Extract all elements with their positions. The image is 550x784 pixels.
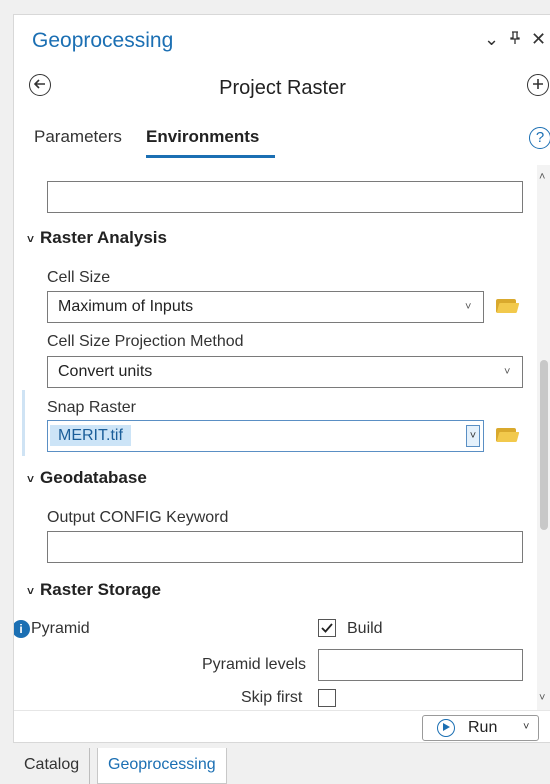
environments-list: ˅ Raster Analysis Cell Size Maximum of In… xyxy=(14,165,550,710)
cell-size-label: Cell Size xyxy=(47,269,111,286)
pyramid-levels-input[interactable] xyxy=(318,649,523,681)
scrollbar-thumb[interactable] xyxy=(540,360,548,530)
cell-size-projection-label: Cell Size Projection Method xyxy=(47,333,244,350)
collapse-chevron-icon: ˅ xyxy=(27,584,35,598)
plus-circle-icon[interactable] xyxy=(527,74,549,96)
tool-title: Project Raster xyxy=(219,77,346,99)
build-checkbox[interactable] xyxy=(318,619,336,637)
build-label: Build xyxy=(347,620,383,637)
active-tab-indicator xyxy=(146,155,275,158)
tab-geoprocessing[interactable]: Geoprocessing xyxy=(97,748,227,784)
snap-raster-dropdown[interactable]: MERIT.tif ˅ xyxy=(47,420,484,452)
active-setting-marker xyxy=(22,390,25,456)
cell-size-dropdown[interactable]: Maximum of Inputs ˅ xyxy=(47,291,484,323)
tab-parameters[interactable]: Parameters xyxy=(34,127,122,147)
snap-raster-value[interactable]: MERIT.tif xyxy=(50,425,131,446)
collapse-chevron-icon: ˅ xyxy=(27,472,35,486)
pyramid-label: Pyramid xyxy=(31,620,90,637)
section-raster-storage[interactable]: ˅ Raster Storage xyxy=(27,580,161,600)
skip-first-label: Skip first xyxy=(241,689,303,706)
snap-raster-label: Snap Raster xyxy=(47,399,136,416)
chevron-down-icon: ˅ xyxy=(465,301,472,313)
run-icon xyxy=(437,719,455,737)
pane-title: Geoprocessing xyxy=(32,29,174,52)
run-options-chevron-icon[interactable]: ˅ xyxy=(523,721,529,733)
skip-first-checkbox[interactable] xyxy=(318,689,336,707)
collapse-chevron-icon: ˅ xyxy=(27,232,35,246)
pane-titlebar: Geoprocessing ⌄ ✕ xyxy=(14,15,550,55)
help-icon[interactable]: ? xyxy=(529,127,550,149)
folder-icon[interactable] xyxy=(496,297,520,313)
pin-icon[interactable] xyxy=(509,31,521,49)
pane-footer: Run ˅ xyxy=(14,710,550,742)
tab-catalog[interactable]: Catalog xyxy=(14,748,91,784)
dropdown-arrow-button[interactable]: ˅ xyxy=(466,425,480,447)
tool-header: Project Raster xyxy=(14,65,550,109)
scroll-down-icon[interactable]: ˅ xyxy=(539,692,545,704)
info-icon[interactable]: i xyxy=(14,620,30,638)
section-raster-analysis[interactable]: ˅ Raster Analysis xyxy=(27,228,167,248)
close-icon[interactable]: ✕ xyxy=(531,29,546,50)
folder-icon[interactable] xyxy=(496,426,520,442)
cell-size-projection-dropdown[interactable]: Convert units ˅ xyxy=(47,356,523,388)
bottom-tabs: Catalog Geoprocessing xyxy=(0,748,550,784)
run-button[interactable]: Run ˅ xyxy=(422,715,539,741)
pyramid-levels-label: Pyramid levels xyxy=(202,656,307,673)
vertical-scrollbar[interactable]: ˄ ˅ xyxy=(537,165,550,710)
geoprocessing-pane: Geoprocessing ⌄ ✕ Project Raster Paramet… xyxy=(13,14,550,743)
output-config-keyword-input[interactable] xyxy=(47,531,523,563)
previous-setting-input[interactable] xyxy=(47,181,523,213)
tab-environments[interactable]: Environments xyxy=(146,127,259,147)
scroll-up-icon[interactable]: ˄ xyxy=(539,171,545,183)
run-label: Run xyxy=(468,719,498,736)
output-config-keyword-label: Output CONFIG Keyword xyxy=(47,509,229,526)
section-geodatabase[interactable]: ˅ Geodatabase xyxy=(27,468,147,488)
chevron-down-icon: ˅ xyxy=(504,366,511,378)
pane-options-chevron-icon[interactable]: ⌄ xyxy=(484,29,499,50)
tool-tabs: Parameters Environments ? xyxy=(14,123,550,159)
